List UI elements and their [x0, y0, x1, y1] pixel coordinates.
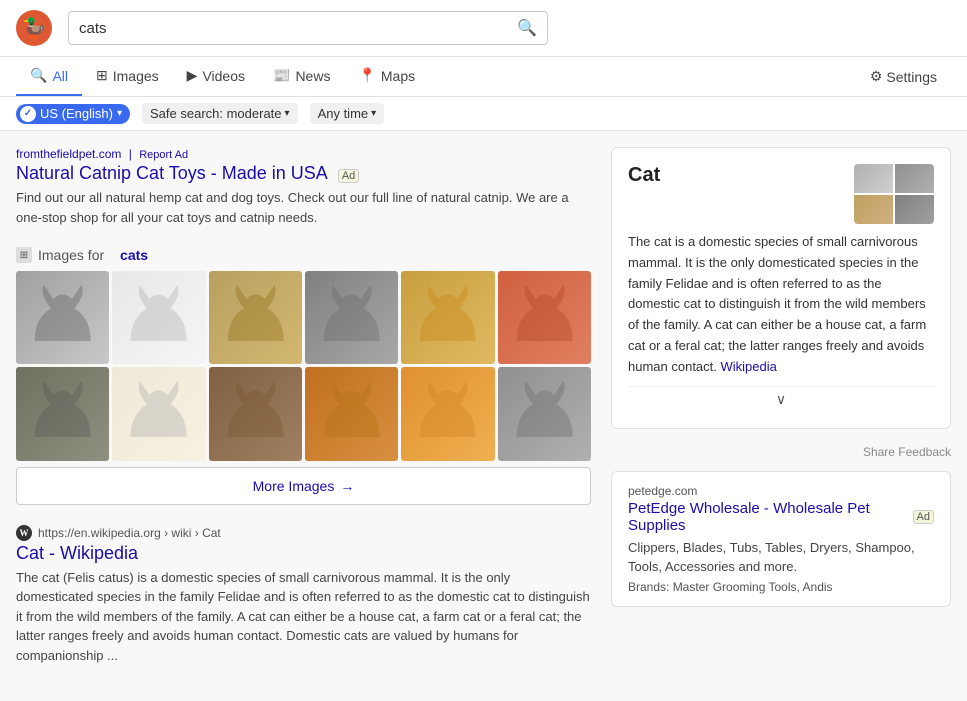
safe-search-label: Safe search: moderate — [150, 106, 282, 121]
cat-image-12[interactable] — [498, 367, 591, 460]
sidebar-ad-source: petedge.com — [628, 484, 934, 498]
ad-description: Find out our all natural hemp cat and do… — [16, 188, 591, 227]
safe-search-dropdown[interactable]: Safe search: moderate ▾ — [142, 103, 298, 124]
images-section-header: ⊞ Images for cats — [16, 247, 591, 263]
more-images-label: More Images — [253, 478, 335, 494]
ad-result: fromthefieldpet.com | Report Ad Natural … — [16, 147, 591, 227]
cat-image-5[interactable] — [401, 271, 494, 364]
share-feedback-link[interactable]: Share Feedback — [611, 445, 951, 459]
sidebar-ad-title[interactable]: PetEdge Wholesale - Wholesale Pet Suppli… — [628, 500, 934, 534]
tab-all-label: All — [52, 68, 68, 84]
knowledge-image-4 — [895, 195, 934, 224]
filter-bar: ✓ US (English) ▾ Safe search: moderate ▾… — [0, 97, 967, 131]
main-layout: fromthefieldpet.com | Report Ad Natural … — [0, 131, 967, 701]
sidebar-column: Cat The cat is a domestic species of sma… — [611, 147, 951, 685]
knowledge-card: Cat The cat is a domestic species of sma… — [611, 147, 951, 429]
header: 🦆 cats 🔍 — [0, 0, 967, 57]
news-icon: 📰 — [273, 67, 290, 84]
images-header-keyword: cats — [120, 247, 148, 263]
tab-news-label: News — [295, 68, 330, 84]
toggle-dot: ✓ — [20, 106, 36, 122]
time-chevron-icon: ▾ — [371, 108, 376, 119]
image-grid-row2 — [16, 367, 591, 460]
tab-images-label: Images — [113, 68, 159, 84]
knowledge-card-images[interactable] — [854, 164, 934, 224]
ad-source: fromthefieldpet.com | Report Ad — [16, 147, 591, 161]
knowledge-image-1 — [854, 164, 893, 193]
tab-videos-label: Videos — [202, 68, 245, 84]
cat-image-8[interactable] — [112, 367, 205, 460]
region-toggle[interactable]: ✓ US (English) ▾ — [16, 104, 130, 124]
ad-source-domain: fromthefieldpet.com — [16, 147, 121, 161]
nav-tabs: 🔍 All ⊞ Images ▶ Videos 📰 News 📍 Maps ⚙ … — [0, 57, 967, 97]
knowledge-image-3 — [854, 195, 893, 224]
knowledge-card-title: Cat — [628, 164, 660, 187]
sidebar-ad-badge: Ad — [913, 510, 934, 524]
time-dropdown[interactable]: Any time ▾ — [310, 103, 385, 124]
ad-title-text: Natural Catnip Cat Toys - Made in USA — [16, 163, 327, 183]
time-label: Any time — [318, 106, 369, 121]
all-icon: 🔍 — [30, 67, 47, 84]
cat-image-6[interactable] — [498, 271, 591, 364]
search-icon[interactable]: 🔍 — [517, 18, 537, 38]
tab-images[interactable]: ⊞ Images — [82, 57, 173, 96]
cat-image-7[interactable] — [16, 367, 109, 460]
settings-gear-icon: ⚙ — [870, 68, 883, 85]
images-section: ⊞ Images for cats — [16, 247, 591, 505]
knowledge-card-header: Cat — [628, 164, 934, 224]
videos-icon: ▶ — [187, 67, 198, 84]
images-icon: ⊞ — [96, 67, 108, 84]
expand-icon: ∨ — [776, 391, 786, 408]
images-grid-icon: ⊞ — [16, 247, 32, 263]
cat-image-2[interactable] — [112, 271, 205, 364]
wiki-url: https://en.wikipedia.org › wiki › Cat — [38, 526, 221, 540]
tab-news[interactable]: 📰 News — [259, 57, 344, 96]
sidebar-ad-description: Clippers, Blades, Tubs, Tables, Dryers, … — [628, 538, 934, 577]
wiki-source-line: W https://en.wikipedia.org › wiki › Cat — [16, 525, 591, 541]
wikipedia-title-link[interactable]: Cat - Wikipedia — [16, 543, 591, 564]
knowledge-image-2 — [895, 164, 934, 193]
cat-image-1[interactable] — [16, 271, 109, 364]
search-input[interactable]: cats — [79, 20, 517, 37]
more-images-button[interactable]: More Images → — [16, 467, 591, 505]
tab-maps[interactable]: 📍 Maps — [344, 57, 429, 96]
results-column: fromthefieldpet.com | Report Ad Natural … — [16, 147, 591, 685]
knowledge-wikipedia-link[interactable]: Wikipedia — [721, 359, 777, 374]
cat-image-10[interactable] — [305, 367, 398, 460]
wikipedia-icon: W — [16, 525, 32, 541]
tab-maps-label: Maps — [381, 68, 415, 84]
wikipedia-description: The cat (Felis catus) is a domestic spec… — [16, 568, 591, 666]
more-images-arrow-icon: → — [340, 478, 354, 494]
tab-all[interactable]: 🔍 All — [16, 57, 82, 96]
ad-separator: | — [129, 147, 132, 161]
region-label: US (English) — [40, 106, 113, 121]
cat-image-4[interactable] — [305, 271, 398, 364]
settings-tab[interactable]: ⚙ Settings — [856, 58, 951, 95]
images-header-prefix: Images for — [38, 247, 104, 263]
safe-search-chevron-icon: ▾ — [285, 108, 290, 119]
region-chevron-icon: ▾ — [117, 108, 122, 119]
knowledge-expand-button[interactable]: ∨ — [628, 386, 934, 412]
settings-label: Settings — [886, 69, 937, 85]
tab-videos[interactable]: ▶ Videos — [173, 57, 259, 96]
search-bar[interactable]: cats 🔍 — [68, 11, 548, 45]
sidebar-ad-extra: Brands: Master Grooming Tools, Andis — [628, 580, 934, 594]
sidebar-ad-title-text: PetEdge Wholesale - Wholesale Pet Suppli… — [628, 500, 901, 534]
report-ad-link[interactable]: Report Ad — [139, 149, 188, 161]
image-grid-row1 — [16, 271, 591, 364]
maps-icon: 📍 — [358, 67, 375, 84]
sidebar-ad-result: petedge.com PetEdge Wholesale - Wholesal… — [611, 471, 951, 607]
ad-title-link[interactable]: Natural Catnip Cat Toys - Made in USA Ad — [16, 163, 591, 184]
wikipedia-result: W https://en.wikipedia.org › wiki › Cat … — [16, 525, 591, 666]
cat-image-11[interactable] — [401, 367, 494, 460]
cat-image-3[interactable] — [209, 271, 302, 364]
knowledge-card-description: The cat is a domestic species of small c… — [628, 232, 934, 378]
logo-duck-icon: 🦆 — [22, 16, 47, 41]
duckduckgo-logo[interactable]: 🦆 — [16, 10, 52, 46]
cat-image-9[interactable] — [209, 367, 302, 460]
ad-badge: Ad — [338, 169, 359, 183]
